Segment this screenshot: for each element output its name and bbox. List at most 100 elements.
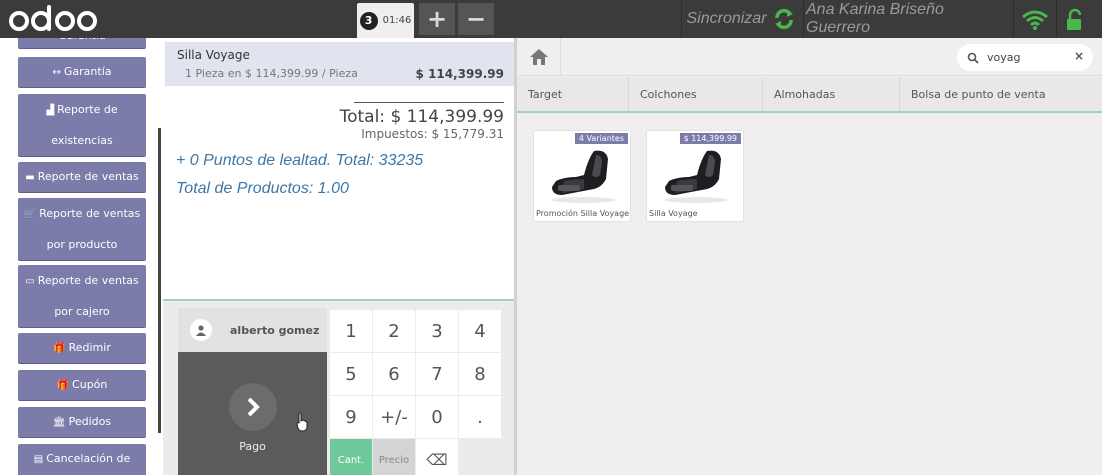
numpad-key-dot[interactable]: . [459, 396, 501, 438]
clear-search-icon[interactable]: × [1074, 49, 1084, 63]
massage-chair-image [551, 150, 615, 203]
product-card[interactable]: 4 Variantes Promoción Silla Voyage [533, 130, 631, 222]
numpad-key-4[interactable]: 4 [459, 310, 501, 352]
sidebar-item-label: por cajero [54, 304, 110, 318]
order-line-quantity-info: 1 Pieza en $ 114,399.99 / Pieza [185, 67, 358, 80]
category-almohadas[interactable]: Almohadas [763, 77, 900, 111]
arrows-horizontal-icon: ↔ [52, 66, 61, 78]
mode-quantity-button[interactable]: Cant. [330, 439, 372, 475]
credit-card-icon: ▭ [25, 275, 35, 287]
category-target[interactable]: Target [517, 77, 629, 111]
order-tab[interactable]: 3 01:46 [357, 3, 414, 38]
wifi-icon[interactable] [1021, 8, 1049, 32]
category-colchones[interactable]: Colchones [629, 77, 763, 111]
order-panel: Silla Voyage 1 Pieza en $ 114,399.99 / P… [163, 38, 516, 300]
new-order-button[interactable]: + [419, 3, 455, 35]
sidebar-item-label: Redimir [68, 340, 111, 354]
lock-icon[interactable] [1064, 8, 1086, 32]
hand-cursor-icon [296, 412, 308, 432]
sidebar-item-label: Garantía [63, 64, 112, 78]
mode-price-button[interactable]: Precio [373, 439, 415, 475]
sidebar-item-garantia-prev[interactable]: Garantía [18, 38, 146, 48]
chevron-right-icon [229, 383, 277, 431]
order-summary: Total: $ 114,399.99 Impuestos: $ 15,779.… [340, 102, 504, 141]
header-divider [681, 0, 682, 38]
order-number-badge: 3 [359, 11, 378, 30]
sidebar-item-label: Reporte de [57, 102, 118, 116]
order-time: 01:46 [382, 15, 412, 26]
sidebar-item-reporte-ventas[interactable]: ▬ Reporte de ventas [18, 162, 146, 192]
cashier-name[interactable]: Ana Karina Briseño Guerrero [806, 0, 1010, 38]
bar-chart-icon: ▟ [46, 104, 55, 116]
category-bolsa-punto-venta[interactable]: Bolsa de punto de venta [900, 77, 1102, 111]
sidebar-scrollbar[interactable] [158, 128, 161, 433]
sidebar-item-label: Reporte de ventas [39, 206, 141, 220]
numpad-key-plus-minus[interactable]: +/- [373, 396, 415, 438]
order-line-price: $ 114,399.99 [415, 67, 504, 81]
product-variants-badge: 4 Variantes [574, 133, 628, 144]
sidebar-item-redimir[interactable]: 🎁 Redimir [18, 333, 146, 363]
sidebar: Garantía ↔Garantía ▟Reporte de existenci… [0, 38, 163, 475]
product-name: Promoción Silla Voyage [536, 209, 630, 218]
order-taxes: Impuestos: $ 15,779.31 [361, 127, 504, 141]
sidebar-item-label: por producto [46, 237, 118, 251]
product-screen: × Target Colchones Almohadas Bolsa de pu… [517, 38, 1102, 475]
bank-icon: 🏛 [52, 416, 66, 428]
top-bar: 3 01:46 + − Sincronizar Ana Karina Brise… [0, 0, 1102, 38]
numpad-key-1[interactable]: 1 [330, 310, 372, 352]
sidebar-item-pedidos[interactable]: 🏛 Pedidos [18, 407, 146, 437]
sidebar-item-label: existencias [51, 133, 113, 147]
refresh-icon [774, 8, 793, 30]
odoo-logo-graphic [9, 5, 97, 31]
total-products: Total de Productos: 1.00 [176, 180, 349, 197]
home-icon [529, 49, 548, 65]
header-divider [1013, 0, 1014, 38]
sidebar-item-label: Reporte de ventas [37, 169, 139, 183]
product-search[interactable]: × [957, 44, 1093, 71]
customer-button[interactable]: alberto gomez [178, 308, 327, 352]
numpad-key-6[interactable]: 6 [373, 353, 415, 395]
customer-name: alberto gomez [230, 323, 320, 337]
numpad-key-3[interactable]: 3 [416, 310, 458, 352]
sidebar-item-reporte-ventas-cajero[interactable]: ▭ Reporte de ventas por cajero [18, 265, 146, 327]
home-button[interactable] [517, 38, 561, 76]
summary-divider [354, 102, 504, 103]
sidebar-item-label: Cancelación de [46, 452, 131, 465]
sync-button[interactable]: Sincronizar [683, 0, 798, 38]
document-icon: ▬ [25, 171, 35, 183]
search-icon [967, 52, 979, 64]
order-line-product: Silla Voyage [177, 48, 250, 62]
delete-order-button[interactable]: − [458, 3, 494, 35]
numpad-key-7[interactable]: 7 [416, 353, 458, 395]
action-pad: alberto gomez Pago 1 2 3 4 5 6 7 8 9 +/-… [163, 302, 516, 475]
header-divider [1056, 0, 1057, 38]
product-name: Silla Voyage [649, 209, 698, 218]
list-icon: ▤ [33, 454, 44, 465]
product-card[interactable]: $ 114,399.99 Silla Voyage [646, 130, 744, 222]
numpad-key-0[interactable]: 0 [416, 396, 458, 438]
header-divider [803, 0, 804, 38]
order-line-selected[interactable]: Silla Voyage 1 Pieza en $ 114,399.99 / P… [165, 42, 514, 86]
sidebar-item-cupon[interactable]: 🎁 Cupón [18, 370, 146, 400]
odoo-logo [8, 2, 100, 36]
numpad-key-8[interactable]: 8 [459, 353, 501, 395]
numpad-key-9[interactable]: 9 [330, 396, 372, 438]
sidebar-item-label: Cupón [72, 377, 108, 391]
order-divider [163, 299, 514, 301]
sidebar-item-label: Reporte de ventas [37, 273, 139, 287]
sidebar-item-garantia[interactable]: ↔ Garantía [18, 57, 146, 87]
sidebar-item-cancelacion[interactable]: ▤ Cancelación de [18, 444, 146, 475]
massage-chair-image [664, 150, 728, 203]
gift-icon: 🎁 [53, 342, 66, 354]
numpad-key-5[interactable]: 5 [330, 353, 372, 395]
search-input[interactable] [987, 51, 1067, 64]
sidebar-item-reporte-existencias[interactable]: ▟ Reporte de existencias [18, 94, 146, 156]
gift-icon: 🎁 [56, 379, 70, 391]
backspace-button[interactable]: ⌫ [416, 439, 458, 475]
order-total: Total: $ 114,399.99 [339, 107, 504, 127]
numpad-key-2[interactable]: 2 [373, 310, 415, 352]
cart-icon: 🛒 [23, 208, 37, 220]
loyalty-points: + 0 Puntos de lealtad. Total: 33235 [176, 152, 424, 169]
sync-label: Sincronizar [686, 10, 767, 27]
sidebar-item-reporte-ventas-producto[interactable]: 🛒 Reporte de ventas por producto [18, 198, 146, 260]
